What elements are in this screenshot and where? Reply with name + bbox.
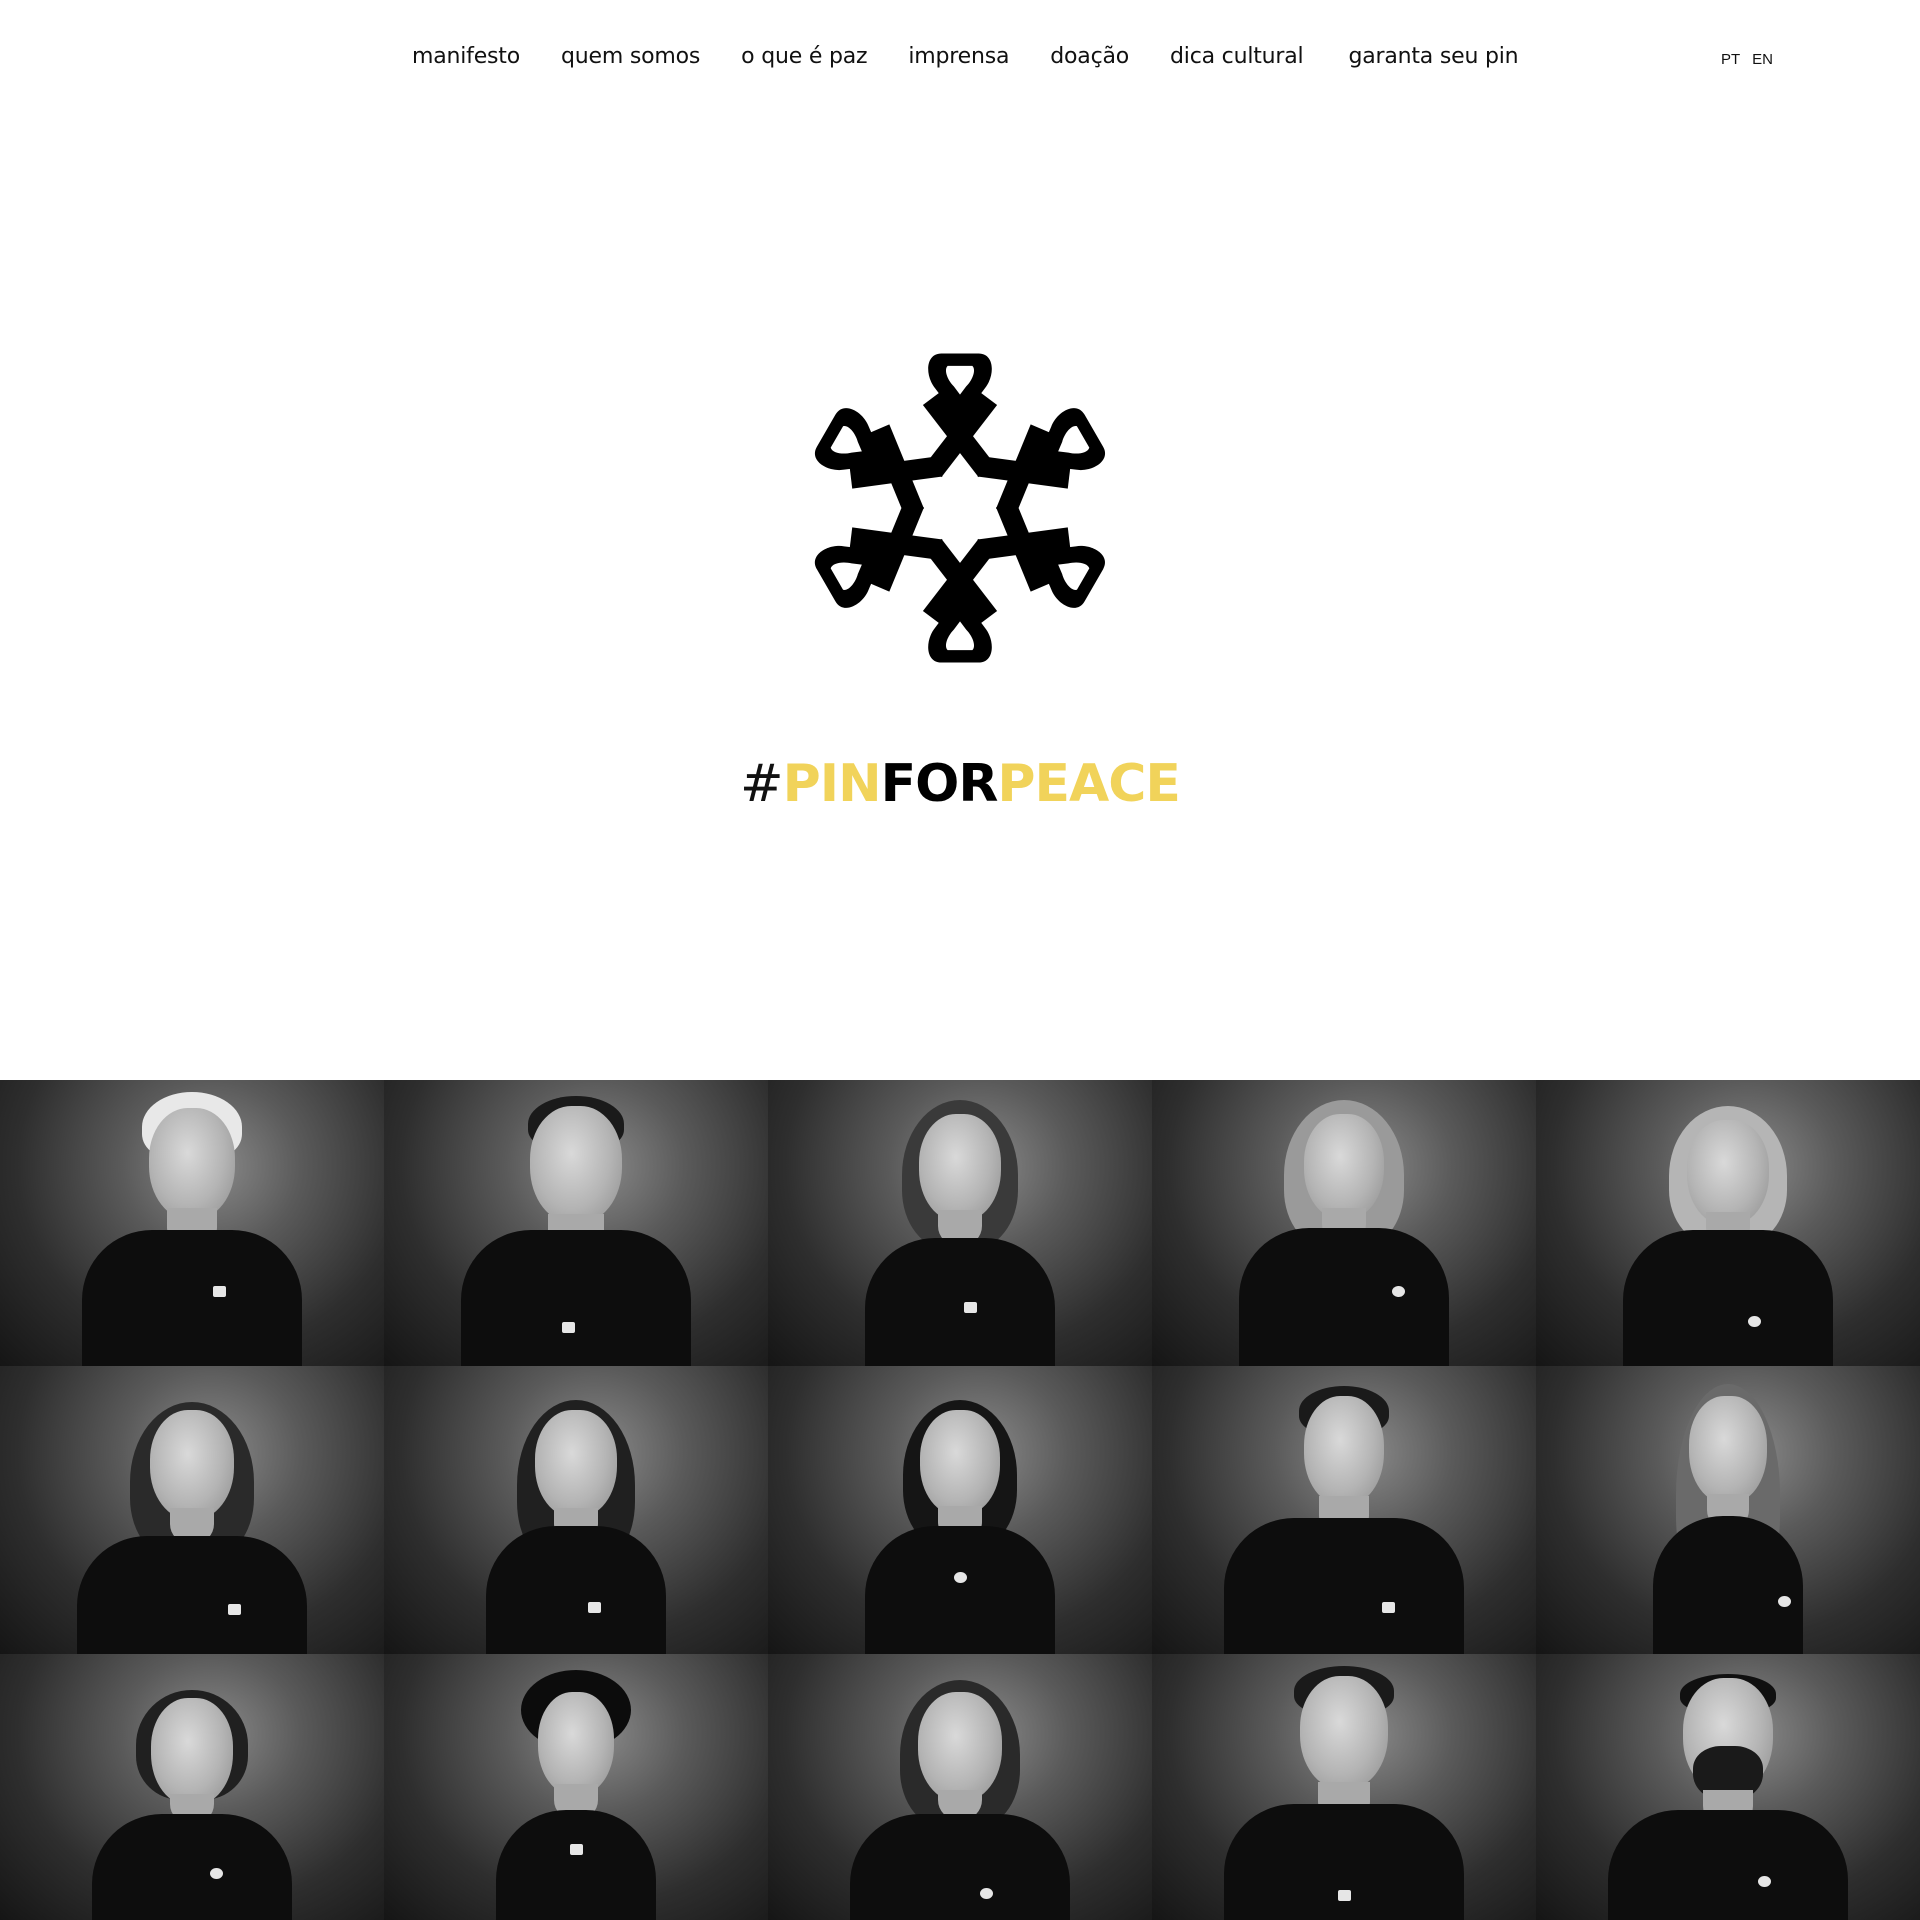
nav-link-imprensa[interactable]: imprensa bbox=[908, 44, 1009, 69]
top-navigation: manifesto quem somos o que é paz imprens… bbox=[0, 0, 1920, 120]
nav-link-o-que-e-paz[interactable]: o que é paz bbox=[741, 44, 867, 69]
portrait-photo[interactable] bbox=[0, 1654, 384, 1920]
portrait-photo[interactable] bbox=[768, 1080, 1152, 1366]
portrait-photo[interactable] bbox=[1152, 1366, 1536, 1654]
portrait-photo[interactable] bbox=[384, 1366, 768, 1654]
hashtag-pin: PIN bbox=[782, 754, 882, 814]
language-switcher: PT EN bbox=[1721, 51, 1773, 68]
hashtag-peace: PEACE bbox=[997, 754, 1181, 814]
main-menu: manifesto quem somos o que é paz imprens… bbox=[412, 44, 1519, 69]
portrait-photo[interactable] bbox=[1536, 1366, 1920, 1654]
nav-link-garanta-seu-pin[interactable]: garanta seu pin bbox=[1348, 44, 1518, 69]
ribbon-upper-right bbox=[968, 398, 1113, 525]
nav-link-quem-somos[interactable]: quem somos bbox=[561, 44, 700, 69]
lang-en[interactable]: EN bbox=[1752, 51, 1773, 68]
portrait-photo[interactable] bbox=[0, 1366, 384, 1654]
portrait-photo[interactable] bbox=[0, 1080, 384, 1366]
portrait-photo[interactable] bbox=[1536, 1654, 1920, 1920]
ribbon-lower-left bbox=[807, 491, 952, 618]
portrait-photo[interactable] bbox=[768, 1366, 1152, 1654]
hashtag-for: FOR bbox=[880, 754, 999, 814]
portrait-photo[interactable] bbox=[1152, 1654, 1536, 1920]
portrait-photo[interactable] bbox=[768, 1654, 1152, 1920]
nav-link-doacao[interactable]: doação bbox=[1050, 44, 1129, 69]
lang-pt[interactable]: PT bbox=[1721, 51, 1740, 68]
nav-link-dica-cultural[interactable]: dica cultural bbox=[1170, 44, 1304, 69]
portrait-photo[interactable] bbox=[1536, 1080, 1920, 1366]
ribbon-upper-left bbox=[807, 398, 952, 525]
portrait-gallery bbox=[0, 1080, 1920, 1920]
nav-link-manifesto[interactable]: manifesto bbox=[412, 44, 520, 69]
portrait-photo[interactable] bbox=[384, 1654, 768, 1920]
portrait-photo[interactable] bbox=[1152, 1080, 1536, 1366]
portrait-photo[interactable] bbox=[384, 1080, 768, 1366]
hashtag-hash: # bbox=[740, 754, 784, 814]
pinforpeace-hashtag: #PINFORPEACE bbox=[0, 752, 1920, 816]
six-ribbon-star-icon bbox=[807, 353, 1113, 663]
